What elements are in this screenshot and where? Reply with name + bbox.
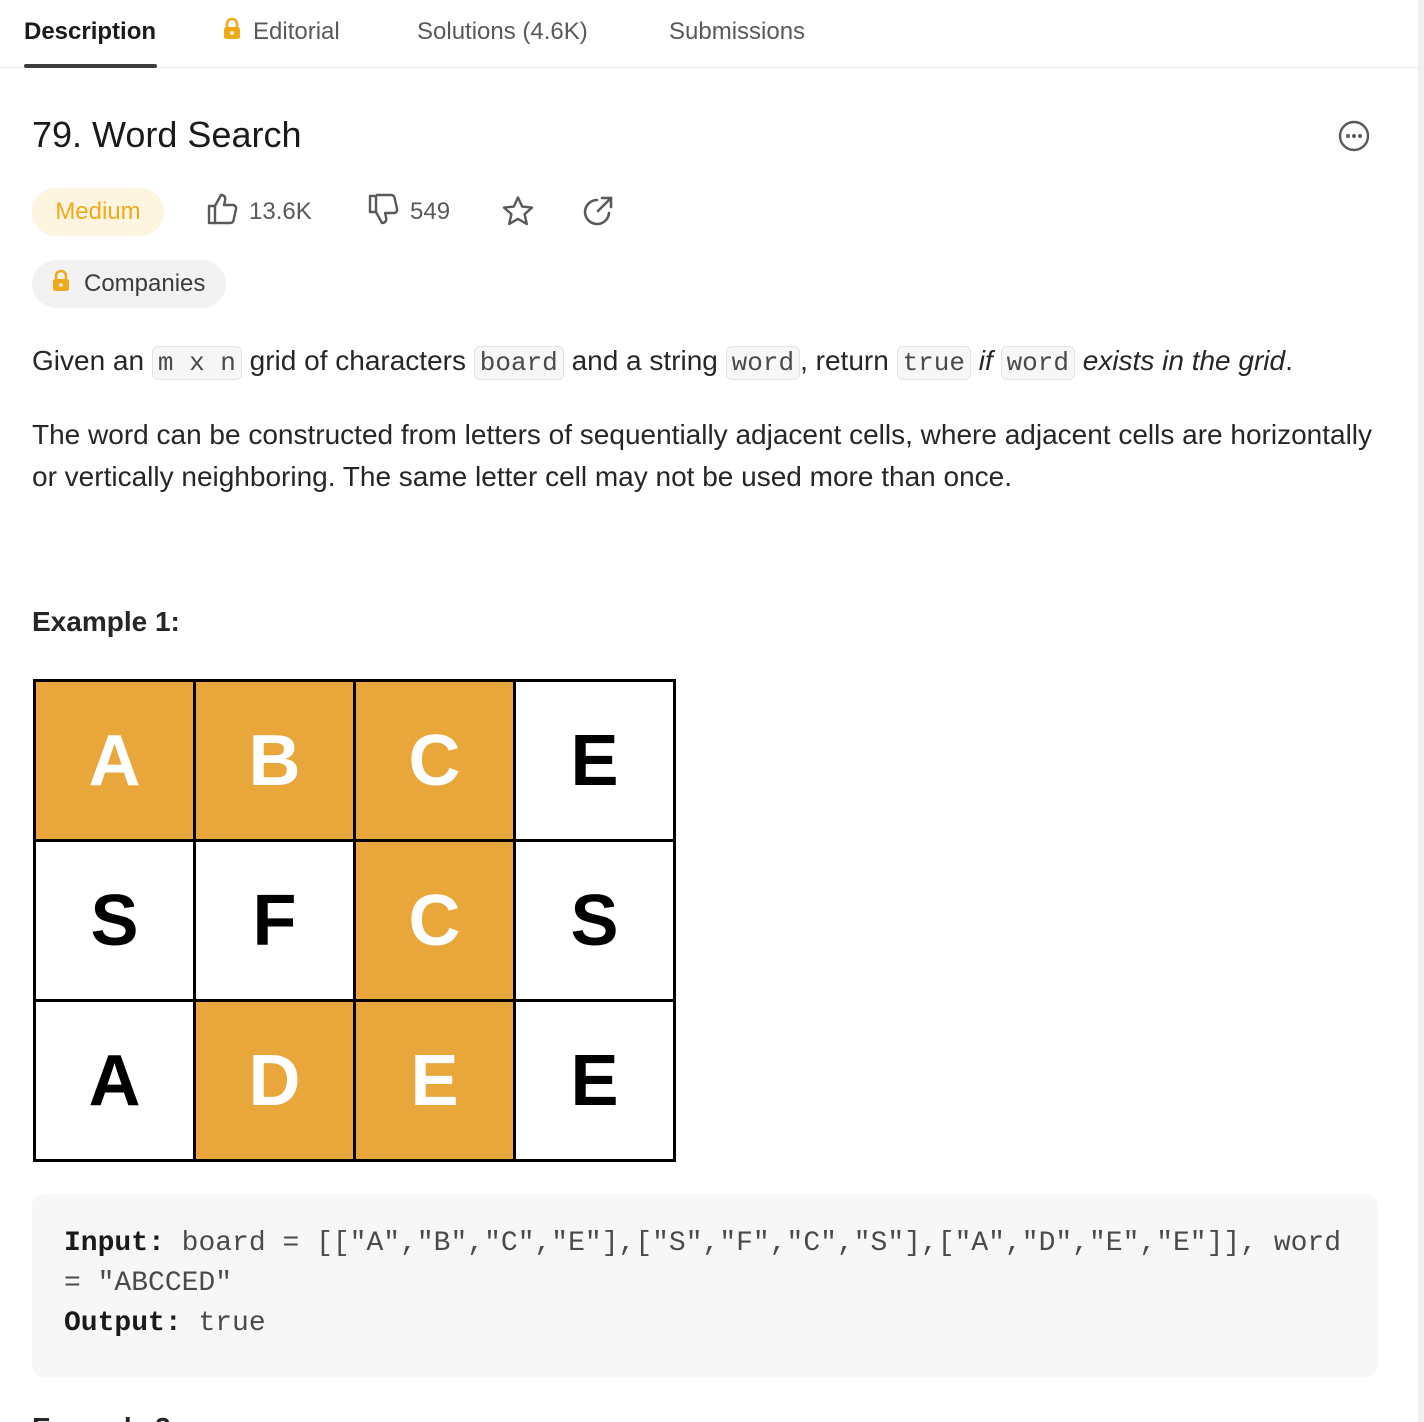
like-count: 13.6K [249, 198, 312, 225]
problem-page: Description Editorial Solutions (4.6K) S… [0, 0, 1424, 1422]
lock-icon [221, 17, 243, 48]
grid-cell: A [36, 682, 193, 839]
text-segment: and a string [571, 345, 718, 376]
lock-icon [50, 269, 72, 300]
companies-label: Companies [84, 270, 206, 297]
problem-title: 79. Word Search [32, 114, 302, 155]
thumbs-up-icon [205, 192, 239, 233]
grid-cell: C [356, 682, 513, 839]
description-paragraph-2: The word can be constructed from letters… [32, 419, 1373, 492]
text-segment: Given an [32, 345, 145, 376]
output-line: Output: true [64, 1304, 1346, 1344]
grid-cell: S [516, 842, 673, 999]
star-icon[interactable] [500, 194, 536, 230]
grid-cell: S [36, 842, 193, 999]
tab-submissions[interactable]: Submissions [669, 16, 805, 48]
share-icon[interactable] [580, 194, 616, 230]
inline-code: true [896, 346, 971, 380]
input-value: board = [["A","B","C","E"],["S","F","C",… [64, 1228, 1342, 1299]
example-2-title: Example 2: [32, 1412, 180, 1422]
tab-editorial[interactable]: Editorial [221, 16, 340, 48]
tab-bar: Description Editorial Solutions (4.6K) S… [0, 0, 1418, 68]
example-board-grid: ABCESFCSADEE [33, 679, 676, 1162]
active-tab-indicator [24, 64, 157, 68]
like-button[interactable]: 13.6K [205, 192, 312, 232]
grid-cell: B [196, 682, 353, 839]
companies-button[interactable]: Companies [32, 260, 226, 308]
grid-cell: A [36, 1002, 193, 1159]
more-options-icon[interactable] [1337, 119, 1371, 153]
grid-cell: E [356, 1002, 513, 1159]
inline-code: board [473, 346, 564, 380]
tab-description[interactable]: Description [24, 16, 156, 48]
grid-cell: F [196, 842, 353, 999]
inline-code: m x n [151, 346, 242, 380]
difficulty-badge: Medium [32, 188, 164, 236]
grid-cell: D [196, 1002, 353, 1159]
tab-editorial-label: Editorial [253, 18, 340, 45]
input-line: Input: board = [["A","B","C","E"],["S","… [64, 1224, 1346, 1304]
text-segment: , return [800, 345, 889, 376]
grid-cell: E [516, 1002, 673, 1159]
grid-cell: E [516, 682, 673, 839]
example-1-code-block: Input: board = [["A","B","C","E"],["S","… [32, 1194, 1378, 1377]
grid-cell: C [356, 842, 513, 999]
tab-submissions-label: Submissions [669, 18, 806, 45]
inline-code: word [1000, 346, 1075, 380]
tab-solutions[interactable]: Solutions (4.6K) [417, 16, 588, 48]
tab-solutions-label: Solutions (4.6K) [417, 18, 588, 45]
inline-code: word [725, 346, 801, 380]
input-label: Input: [64, 1228, 165, 1259]
text-segment: . [1285, 345, 1293, 376]
description-paragraph-1: Given an m x n grid of characters board … [32, 340, 1293, 384]
text-segment: grid of characters [249, 345, 466, 376]
scrollbar-track[interactable] [1418, 0, 1424, 1422]
output-value: true [198, 1308, 266, 1339]
dislike-button[interactable]: 549 [366, 192, 450, 232]
thumbs-down-icon [366, 192, 400, 233]
output-label: Output: [64, 1308, 182, 1339]
dislike-count: 549 [410, 198, 451, 225]
example-1-title: Example 1: [32, 606, 180, 637]
text-segment: exists in the grid [1082, 345, 1286, 376]
tab-description-label: Description [24, 18, 157, 45]
text-segment: if [978, 345, 993, 376]
